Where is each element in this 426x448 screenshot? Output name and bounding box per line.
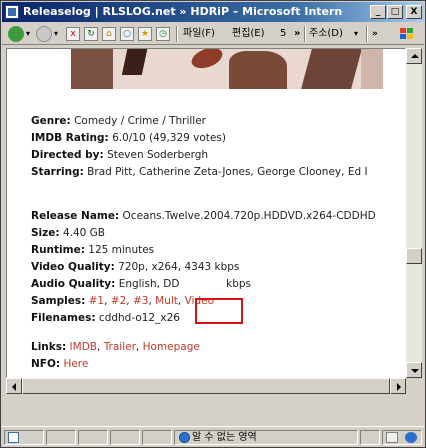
imdb-link[interactable]: IMDB	[70, 341, 97, 353]
ie-page-icon	[5, 5, 19, 19]
filenames-row: Filenames: cddhd-o12_x26	[31, 310, 180, 326]
release-name-label: Release Name:	[31, 210, 120, 222]
sample-link-3[interactable]: #3	[133, 295, 148, 307]
status-pane	[110, 430, 140, 445]
stop-icon[interactable]: x	[66, 27, 80, 41]
close-button[interactable]: X	[406, 5, 422, 19]
address-label[interactable]: 주소(D)	[309, 26, 343, 42]
page-viewport[interactable]: Genre: Comedy / Crime / Thriller IMDB Ra…	[6, 48, 406, 378]
globe-icon	[405, 432, 417, 443]
windows-logo-icon	[396, 26, 418, 42]
links-row: Links: IMDB, Trailer, Homepage	[31, 341, 200, 353]
directed-label: Directed by:	[31, 149, 104, 161]
audio-quality-tail: kbps	[226, 278, 252, 290]
movie-banner-image	[7, 49, 405, 91]
runtime-row: Runtime: 125 minutes	[31, 242, 154, 258]
scroll-down-button[interactable]	[406, 362, 422, 378]
zone-status-text: 알 수 없는 영역	[192, 432, 257, 443]
history-icon[interactable]: ◷	[156, 27, 170, 41]
starring-row: Starring: Brad Pitt, Catherine Zeta-Jone…	[31, 164, 368, 180]
nfo-link[interactable]: Here	[63, 358, 88, 370]
genre-label: Genre:	[31, 115, 71, 127]
links-label: Links:	[31, 341, 67, 353]
horizontal-scroll-thumb[interactable]	[22, 378, 390, 394]
nfo-row: NFO: Here	[31, 356, 88, 372]
status-pane	[46, 430, 76, 445]
horizontal-scrollbar[interactable]	[6, 378, 406, 394]
size-value: 4.40 GB	[62, 227, 105, 239]
toolbar-separator	[304, 26, 306, 42]
scroll-up-button[interactable]	[406, 48, 422, 64]
imdb-label: IMDB Rating:	[31, 132, 109, 144]
sample-link-2[interactable]: #2	[111, 295, 126, 307]
window-title: Releaselog | RLSLOG.net » HDRiP – Micros…	[23, 5, 343, 18]
favorites-icon[interactable]: ★	[138, 27, 152, 41]
toolbar: ▾ ▾ x ↻ ⌂ ○ ★ ◷ 파일(F) 편집(E) 5 » 주소(D) ▾ …	[2, 23, 424, 45]
minimize-button[interactable]: _	[370, 5, 386, 19]
audio-quality-value: English, DD	[118, 278, 180, 290]
runtime-label: Runtime:	[31, 244, 85, 256]
back-dropdown-icon[interactable]: ▾	[26, 26, 30, 42]
trailer-link[interactable]: Trailer	[104, 341, 136, 353]
back-icon[interactable]	[8, 26, 24, 42]
status-bar: 알 수 없는 영역	[2, 426, 424, 447]
title-bar[interactable]: Releaselog | RLSLOG.net » HDRiP – Micros…	[2, 2, 424, 22]
nfo-label: NFO:	[31, 358, 61, 370]
genre-value: Comedy / Crime / Thriller	[74, 115, 206, 127]
samples-row: Samples: #1, #2, #3, Mult, Video	[31, 295, 214, 307]
toolbar-overflow-icon[interactable]: »	[294, 26, 300, 42]
size-label: Size:	[31, 227, 60, 239]
toolbar-separator	[366, 26, 368, 42]
status-pane	[78, 430, 108, 445]
forward-icon[interactable]	[36, 26, 52, 42]
page-icon	[8, 432, 19, 443]
scroll-left-button[interactable]	[6, 378, 22, 394]
audio-quality-label: Audio Quality:	[31, 278, 116, 290]
genre-row: Genre: Comedy / Crime / Thriller	[31, 113, 206, 129]
status-pane-lock	[360, 430, 380, 445]
imdb-value: 6.0/10 (49,329 votes)	[112, 132, 226, 144]
starring-value: Brad Pitt, Catherine Zeta-Jones, George …	[87, 166, 368, 178]
video-quality-label: Video Quality:	[31, 261, 115, 273]
menu-extra[interactable]: 5	[280, 26, 286, 42]
directed-value: Steven Soderbergh	[107, 149, 209, 161]
homepage-link[interactable]: Homepage	[143, 341, 200, 353]
status-pane	[142, 430, 172, 445]
runtime-value: 125 minutes	[88, 244, 155, 256]
address-dropdown-icon[interactable]: ▾	[354, 26, 358, 42]
toolbar-separator	[176, 26, 178, 42]
status-pane-page-icon	[4, 430, 44, 445]
video-sample-highlight	[195, 298, 243, 324]
vertical-scroll-thumb[interactable]	[406, 248, 422, 264]
audio-quality-row: Audio Quality: English, DD kbps	[31, 276, 251, 292]
browser-window: Releaselog | RLSLOG.net » HDRiP – Micros…	[0, 0, 426, 448]
printer-icon	[386, 432, 398, 443]
scroll-right-button[interactable]	[390, 378, 406, 394]
maximize-button[interactable]: □	[387, 5, 403, 19]
video-quality-row: Video Quality: 720p, x264, 4343 kbps	[31, 259, 239, 275]
forward-dropdown-icon[interactable]: ▾	[54, 26, 58, 42]
status-pane-resize	[382, 430, 422, 445]
sample-link-multi[interactable]: Mult	[155, 295, 178, 307]
chevron-right-icon[interactable]: »	[372, 26, 378, 42]
filenames-label: Filenames:	[31, 312, 96, 324]
globe-icon	[179, 432, 190, 443]
starring-label: Starring:	[31, 166, 84, 178]
imdb-row: IMDB Rating: 6.0/10 (49,329 votes)	[31, 130, 226, 146]
release-name-value: Oceans.Twelve.2004.720p.HDDVD.x264-CDDHD	[122, 210, 376, 222]
samples-label: Samples:	[31, 295, 86, 307]
sample-link-1[interactable]: #1	[89, 295, 104, 307]
menu-file[interactable]: 파일(F)	[183, 26, 215, 42]
size-row: Size: 4.40 GB	[31, 225, 105, 241]
director-row: Directed by: Steven Soderbergh	[31, 147, 208, 163]
release-name-row: Release Name: Oceans.Twelve.2004.720p.HD…	[31, 208, 376, 224]
vertical-scrollbar[interactable]	[406, 48, 422, 378]
search-icon[interactable]: ○	[120, 27, 134, 41]
video-quality-value: 720p, x264, 4343 kbps	[118, 261, 240, 273]
refresh-icon[interactable]: ↻	[84, 27, 98, 41]
home-icon[interactable]: ⌂	[102, 27, 116, 41]
menu-edit[interactable]: 편집(E)	[232, 26, 265, 42]
filenames-value: cddhd-o12_x26	[98, 312, 180, 324]
